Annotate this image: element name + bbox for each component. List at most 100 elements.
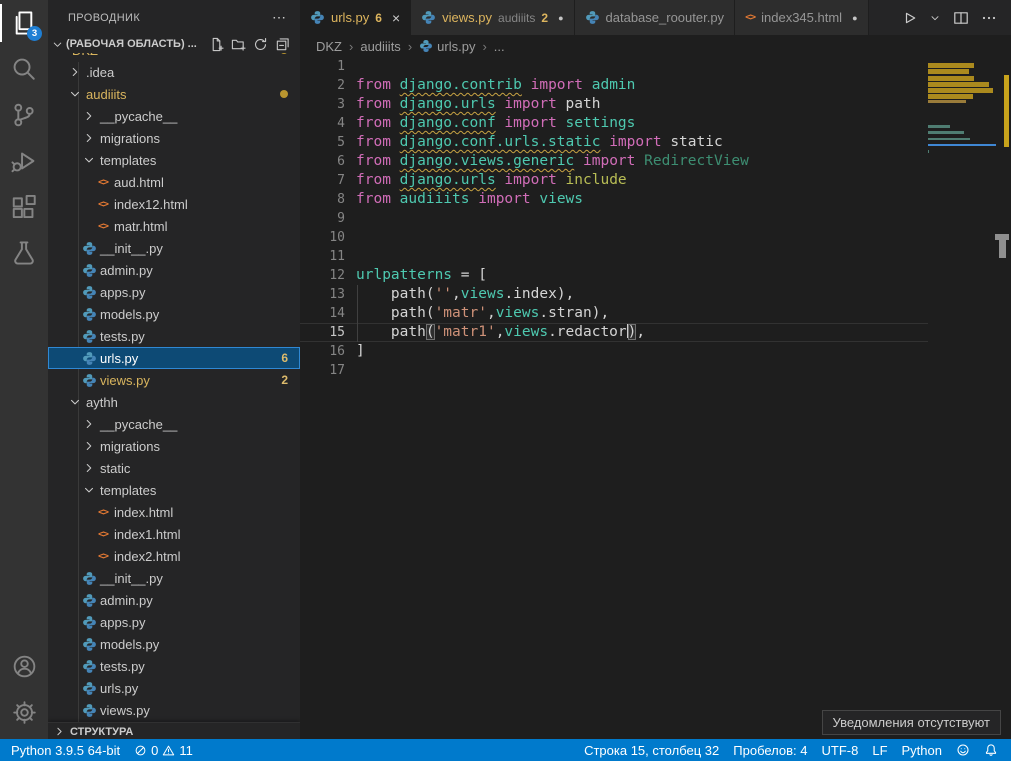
tree-item-admin.py[interactable]: admin.py (48, 589, 300, 611)
code-line-17[interactable]: 17 (300, 361, 928, 380)
cursor-position-status[interactable]: Строка 15, столбец 32 (577, 739, 726, 761)
minimap[interactable] (928, 57, 996, 177)
problems-badge: 2 (281, 373, 288, 387)
breadcrumb-item-...[interactable]: ... (494, 39, 505, 54)
collapse-all-icon[interactable] (275, 37, 290, 52)
activity-item-extensions[interactable] (0, 184, 48, 230)
scrollbar-slider[interactable] (999, 240, 1006, 258)
code-line-12[interactable]: 12urlpatterns = [ (300, 266, 928, 285)
line-number: 12 (300, 266, 345, 285)
code-editor[interactable]: 12from django.contrib import admin3from … (300, 57, 928, 380)
tree-item-migrations[interactable]: migrations (48, 127, 300, 149)
python-icon (80, 306, 98, 322)
breadcrumb-item-audiiits[interactable]: audiiits (360, 39, 400, 54)
activity-item-source-control[interactable] (0, 92, 48, 138)
tree-item-.idea[interactable]: .idea (48, 61, 300, 83)
tree-item-matr.html[interactable]: <>matr.html (48, 215, 300, 237)
tree-item-DKZ[interactable]: DKZ (48, 53, 300, 61)
refresh-icon[interactable] (253, 37, 268, 52)
tree-item-admin.py[interactable]: admin.py (48, 259, 300, 281)
tree-item-templates[interactable]: templates (48, 479, 300, 501)
more-actions-button[interactable] (981, 10, 997, 26)
tree-item-__init__.py[interactable]: __init__.py (48, 237, 300, 259)
tab-views.py[interactable]: views.pyaudiiits2● (411, 0, 574, 35)
tree-item-aud.html[interactable]: <>aud.html (48, 171, 300, 193)
tree-item-migrations[interactable]: migrations (48, 435, 300, 457)
code-line-5[interactable]: 5from django.conf.urls.static import sta… (300, 133, 928, 152)
html-icon: <> (98, 199, 108, 210)
explorer-more-actions-icon[interactable]: ⋯ (272, 9, 286, 26)
run-dropdown-button[interactable] (929, 12, 941, 24)
code-line-10[interactable]: 10 (300, 228, 928, 247)
tree-item-tests.py[interactable]: tests.py (48, 325, 300, 347)
run-file-button[interactable] (901, 10, 917, 26)
tree-item-urls.py[interactable]: urls.py (48, 677, 300, 699)
tab-index345.html[interactable]: <>index345.html● (735, 0, 868, 35)
tree-item-apps.py[interactable]: apps.py (48, 611, 300, 633)
new-file-icon[interactable] (209, 37, 224, 52)
code-line-14[interactable]: 14 path('matr',views.stran), (300, 304, 928, 323)
minimap-line (928, 69, 969, 74)
tree-item-aythh[interactable]: aythh (48, 391, 300, 413)
activity-item-account[interactable] (0, 643, 48, 689)
html-icon: <> (94, 526, 112, 542)
breadcrumb-item-urls.py[interactable]: urls.py (419, 39, 475, 54)
tree-item-label: __init__.py (100, 241, 163, 256)
code-line-13[interactable]: 13 path('',views.index), (300, 285, 928, 304)
close-icon[interactable]: × (392, 10, 400, 26)
tree-item-__pycache__[interactable]: __pycache__ (48, 105, 300, 127)
activity-item-explorer[interactable]: 3 (0, 0, 48, 46)
tree-item-label: __pycache__ (100, 417, 177, 432)
activity-item-run-debug[interactable] (0, 138, 48, 184)
tree-item-__pycache__[interactable]: __pycache__ (48, 413, 300, 435)
code-line-8[interactable]: 8from audiiits import views (300, 190, 928, 209)
tree-item-__init__.py[interactable]: __init__.py (48, 567, 300, 589)
tree-item-apps.py[interactable]: apps.py (48, 281, 300, 303)
tree-item-index12.html[interactable]: <>index12.html (48, 193, 300, 215)
tab-database_roouter.py[interactable]: database_roouter.py (575, 0, 736, 35)
tree-item-tests.py[interactable]: tests.py (48, 655, 300, 677)
tree-item-label: index.html (114, 505, 173, 520)
code-line-6[interactable]: 6from django.views.generic import Redire… (300, 152, 928, 171)
code-line-9[interactable]: 9 (300, 209, 928, 228)
tree-item-static[interactable]: static (48, 457, 300, 479)
code-line-2[interactable]: 2from django.contrib import admin (300, 76, 928, 95)
code-line-16[interactable]: 16] (300, 342, 928, 361)
code-line-7[interactable]: 7from django.urls import include (300, 171, 928, 190)
tree-item-models.py[interactable]: models.py (48, 303, 300, 325)
code-line-3[interactable]: 3from django.urls import path (300, 95, 928, 114)
eol-status[interactable]: LF (865, 739, 894, 761)
activity-item-search[interactable] (0, 46, 48, 92)
code-line-15[interactable]: 15 path('matr1',views.redactor), (300, 323, 928, 342)
tree-item-index1.html[interactable]: <>index1.html (48, 523, 300, 545)
split-editor-button[interactable] (953, 10, 969, 26)
activity-item-testing[interactable] (0, 230, 48, 276)
html-icon: <> (94, 548, 112, 564)
breadcrumb-item-DKZ[interactable]: DKZ (316, 39, 342, 54)
code-line-1[interactable]: 1 (300, 57, 928, 76)
tree-item-index.html[interactable]: <>index.html (48, 501, 300, 523)
outline-section-header[interactable]: СТРУКТУРА (48, 722, 300, 739)
tree-item-templates[interactable]: templates (48, 149, 300, 171)
new-folder-icon[interactable] (231, 37, 246, 52)
workspace-section-header[interactable]: (РАБОЧАЯ ОБЛАСТЬ) ... (48, 35, 300, 53)
notifications-button[interactable] (977, 739, 1005, 761)
problems-status[interactable]: 011 (127, 739, 200, 761)
editor-group: urls.py6×views.pyaudiiits2●database_roou… (300, 0, 1011, 739)
tree-item-models.py[interactable]: models.py (48, 633, 300, 655)
tree-item-index2.html[interactable]: <>index2.html (48, 545, 300, 567)
python-interpreter-status[interactable]: Python 3.9.5 64-bit (4, 739, 127, 761)
tree-item-views.py[interactable]: views.py2 (48, 369, 300, 391)
tree-item-urls.py[interactable]: urls.py6 (48, 347, 300, 369)
activity-item-settings[interactable] (0, 689, 48, 735)
python-icon (80, 658, 98, 674)
language-mode-status[interactable]: Python (895, 739, 949, 761)
tree-item-audiiits[interactable]: audiiits (48, 83, 300, 105)
encoding-status[interactable]: UTF-8 (815, 739, 866, 761)
tree-item-views.py[interactable]: views.py (48, 699, 300, 721)
code-line-4[interactable]: 4from django.conf import settings (300, 114, 928, 133)
tab-urls.py[interactable]: urls.py6× (300, 0, 411, 35)
feedback-button[interactable] (949, 739, 977, 761)
code-line-11[interactable]: 11 (300, 247, 928, 266)
indentation-status[interactable]: Пробелов: 4 (726, 739, 814, 761)
